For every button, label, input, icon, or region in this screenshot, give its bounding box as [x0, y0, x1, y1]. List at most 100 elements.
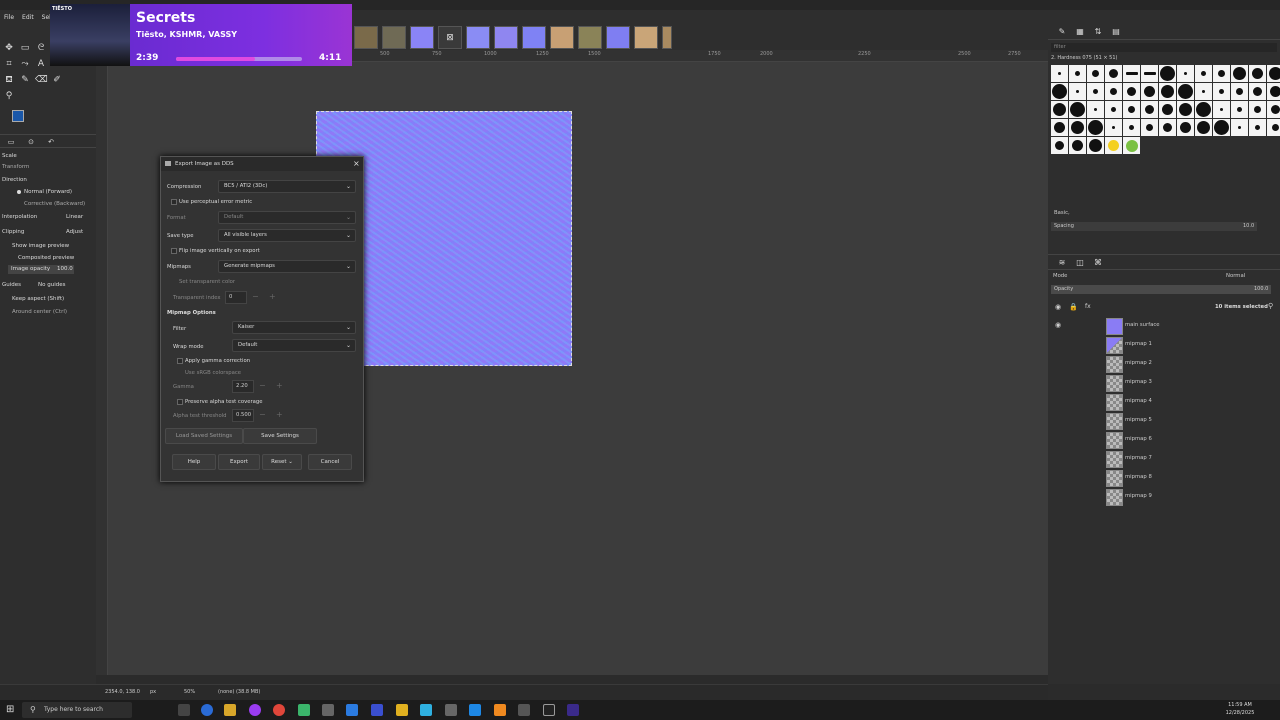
windows-start-icon[interactable]: ⊞ [6, 704, 14, 716]
brush-preset[interactable] [1213, 101, 1230, 118]
channels-tab-icon[interactable]: ◫ [1074, 257, 1086, 269]
layer-row[interactable]: mipmap 1 [1048, 336, 1280, 355]
flip-checkbox[interactable] [171, 248, 177, 254]
plus-icon[interactable]: + [276, 381, 283, 390]
mode-select[interactable]: Normal [1226, 273, 1245, 279]
brush-preset[interactable] [1087, 101, 1104, 118]
minus-icon[interactable]: − [252, 292, 259, 301]
spacing-slider[interactable]: Spacing 10.0 [1051, 222, 1257, 231]
blender-icon[interactable] [494, 704, 506, 716]
format-select[interactable]: Default ⌄ [218, 211, 356, 224]
srgb-label[interactable]: Use sRGB colorspace [185, 370, 241, 376]
brush-preset[interactable] [1087, 137, 1104, 154]
layer-row[interactable]: mipmap 6 [1048, 431, 1280, 450]
help-button[interactable]: Help [172, 454, 216, 470]
brush-preset[interactable] [1159, 119, 1176, 136]
brush-preset[interactable] [1105, 83, 1122, 100]
mipmaps-select[interactable]: Generate mipmaps ⌄ [218, 260, 356, 273]
brush-preset[interactable] [1195, 83, 1212, 100]
edge-icon[interactable] [201, 704, 213, 716]
show-preview-check[interactable]: Show image preview [12, 243, 69, 249]
image-opacity-slider[interactable]: Image opacity 100.0 [8, 265, 74, 274]
brush-preset[interactable] [1249, 101, 1266, 118]
text-tool-icon[interactable]: A [35, 58, 47, 70]
clock-date[interactable]: 12/28/2025 [1224, 710, 1256, 716]
direction-normal[interactable]: Normal (Forward) [24, 189, 72, 195]
search-icon[interactable]: ⚲ [1268, 302, 1273, 310]
rect-select-icon[interactable]: ▭ [19, 42, 31, 54]
layer-row[interactable]: mipmap 4 [1048, 393, 1280, 412]
brush-preset[interactable] [1177, 83, 1194, 100]
app-icon[interactable] [518, 704, 530, 716]
app-icon[interactable] [420, 704, 432, 716]
brush-preset[interactable] [1051, 137, 1068, 154]
brush-filter-input[interactable]: filter [1051, 43, 1277, 52]
layer-row[interactable]: ◉ main surface [1048, 317, 1280, 336]
export-button[interactable]: Export [218, 454, 260, 470]
app-icon[interactable] [469, 704, 481, 716]
visual-studio-icon[interactable] [371, 704, 383, 716]
transparent-index-input[interactable]: 0 [225, 291, 247, 304]
layer-opacity-slider[interactable]: Opacity 100.0 [1051, 285, 1271, 294]
plus-icon[interactable]: + [276, 410, 283, 419]
brush-preset[interactable] [1069, 83, 1086, 100]
brush-preset[interactable] [1159, 83, 1176, 100]
brush-preset[interactable] [1141, 119, 1158, 136]
app-icon[interactable] [249, 704, 261, 716]
chrome-icon[interactable] [273, 704, 285, 716]
brush-preset[interactable] [1249, 65, 1266, 82]
crop-icon[interactable]: ⌗ [3, 58, 15, 70]
gamma-input[interactable]: 2.20 [232, 380, 254, 393]
cancel-button[interactable]: Cancel [308, 454, 352, 470]
pattern-tab-icon[interactable]: ▦ [1074, 26, 1086, 38]
lock-icon[interactable]: 🔒 [1069, 303, 1078, 311]
minus-icon[interactable]: − [259, 410, 266, 419]
device-status-tab-icon[interactable]: ⊙ [25, 136, 37, 148]
brush-preset[interactable] [1159, 101, 1176, 118]
eraser-icon[interactable]: ⌫ [35, 74, 48, 86]
composited-preview-check[interactable]: Composited preview [18, 255, 74, 261]
brush-preset[interactable] [1141, 65, 1158, 82]
close-icon[interactable]: × [353, 159, 360, 168]
layer-row[interactable]: mipmap 2 [1048, 355, 1280, 374]
foreground-color[interactable] [12, 110, 24, 122]
brush-preset[interactable] [1123, 137, 1140, 154]
brush-preset[interactable] [1177, 119, 1194, 136]
layer-row[interactable]: mipmap 9 [1048, 488, 1280, 507]
brush-preset[interactable] [1105, 137, 1122, 154]
brush-preset[interactable] [1123, 119, 1140, 136]
brush-preset[interactable] [1267, 101, 1280, 118]
brush-preset[interactable] [1177, 65, 1194, 82]
undo-history-tab-icon[interactable]: ↶ [45, 136, 57, 148]
brush-preset[interactable] [1231, 83, 1248, 100]
zoom-select[interactable]: 50% [184, 689, 195, 695]
brush-preset[interactable] [1141, 101, 1158, 118]
minus-icon[interactable]: − [259, 381, 266, 390]
brush-preset[interactable] [1051, 101, 1068, 118]
brush-preset[interactable] [1231, 65, 1248, 82]
brush-tab-icon[interactable]: ✎ [1056, 26, 1068, 38]
around-center-check[interactable]: Around center (Ctrl) [12, 309, 67, 315]
lasso-icon[interactable]: ᘓ [35, 42, 47, 54]
guides-select[interactable]: No guides [38, 282, 65, 288]
alpha-threshold-input[interactable]: 0.500 [232, 409, 254, 422]
progress-track[interactable] [176, 57, 302, 61]
brush-preset[interactable] [1051, 83, 1068, 100]
image-tab[interactable] [522, 25, 546, 49]
compression-select[interactable]: BC5 / ATI2 (3Dc) ⌄ [218, 180, 356, 193]
brush-preset[interactable] [1069, 119, 1086, 136]
clock-time[interactable]: 11:59 AM [1224, 702, 1256, 708]
bucket-icon[interactable]: ⛾ [3, 74, 15, 86]
brush-preset[interactable] [1123, 83, 1140, 100]
save-type-select[interactable]: All visible layers ⌄ [218, 229, 356, 242]
brush-preset[interactable] [1195, 101, 1212, 118]
brush-preset[interactable] [1105, 65, 1122, 82]
app-icon[interactable] [322, 704, 334, 716]
layer-row[interactable]: mipmap 7 [1048, 450, 1280, 469]
image-tab[interactable] [550, 25, 574, 49]
brush-preset[interactable] [1087, 83, 1104, 100]
brush-preset[interactable] [1249, 119, 1266, 136]
brush-icon[interactable]: ✎ [19, 74, 31, 86]
brush-preset[interactable] [1249, 83, 1266, 100]
radio-normal[interactable] [17, 190, 21, 194]
